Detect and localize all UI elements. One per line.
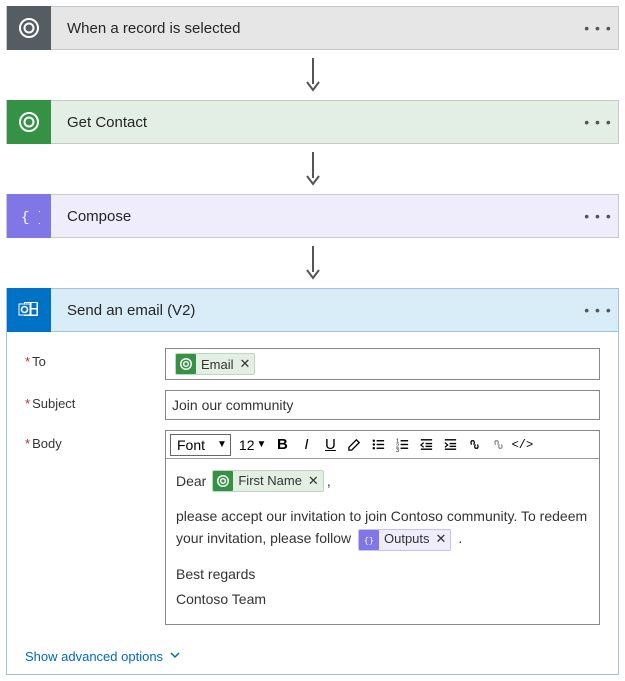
body-label: *Body (25, 430, 165, 451)
ellipsis-icon[interactable]: • • • (578, 302, 618, 318)
bulleted-list-button[interactable] (366, 433, 390, 457)
remove-token-icon[interactable]: ✕ (436, 529, 447, 550)
body-row: *Body Font▼ 12▼ B I U (25, 430, 600, 625)
subject-input[interactable]: Join our community (165, 390, 600, 420)
svg-text:3: 3 (396, 448, 399, 452)
compose-step[interactable]: { } Compose • • • (6, 194, 619, 238)
outdent-button[interactable] (414, 433, 438, 457)
body-content[interactable]: Dear First Name ✕ , (166, 459, 599, 624)
code-view-button[interactable]: </> (510, 433, 534, 457)
outlook-icon (7, 288, 51, 332)
indent-button[interactable] (438, 433, 462, 457)
bold-button[interactable]: B (270, 433, 294, 457)
italic-button[interactable]: I (294, 433, 318, 457)
compose-icon: { } (7, 194, 51, 238)
trigger-step[interactable]: When a record is selected • • • (6, 6, 619, 50)
token-email[interactable]: Email ✕ (175, 353, 255, 375)
cds-icon (7, 100, 51, 144)
link-button[interactable] (462, 433, 486, 457)
connector-arrow (6, 50, 619, 100)
underline-button[interactable]: U (318, 433, 342, 457)
unlink-button (486, 433, 510, 457)
svg-text:{}: {} (364, 536, 374, 546)
connector-arrow (6, 238, 619, 288)
to-row: *To Email ✕ (25, 348, 600, 380)
get-contact-step[interactable]: Get Contact • • • (6, 100, 619, 144)
send-email-card: Send an email (V2) • • • *To Email ✕ (6, 288, 619, 675)
get-contact-title: Get Contact (51, 114, 578, 131)
connector-arrow (6, 144, 619, 194)
subject-label: *Subject (25, 390, 165, 411)
cds-icon (7, 6, 51, 50)
size-select[interactable]: 12▼ (235, 434, 268, 456)
edit-icon[interactable] (342, 433, 366, 457)
trigger-title: When a record is selected (51, 20, 578, 37)
cds-icon (176, 354, 196, 374)
compose-icon: {} (359, 530, 379, 550)
to-input[interactable]: Email ✕ (165, 348, 600, 380)
send-email-header[interactable]: Send an email (V2) • • • (6, 288, 619, 332)
cds-icon (213, 471, 233, 491)
font-select[interactable]: Font▼ (170, 434, 231, 456)
show-advanced-options-link[interactable]: Show advanced options (25, 649, 181, 664)
compose-title: Compose (51, 208, 578, 225)
rte-toolbar: Font▼ 12▼ B I U (166, 431, 599, 459)
subject-row: *Subject Join our community (25, 390, 600, 420)
to-label: *To (25, 348, 165, 369)
svg-text:{ }: { } (21, 210, 40, 226)
remove-token-icon[interactable]: ✕ (240, 356, 251, 372)
body-editor: Font▼ 12▼ B I U (165, 430, 600, 625)
token-outputs[interactable]: {} Outputs ✕ (358, 529, 451, 551)
chevron-down-icon (169, 649, 181, 664)
ellipsis-icon[interactable]: • • • (578, 114, 618, 130)
ellipsis-icon[interactable]: • • • (578, 208, 618, 224)
send-email-title: Send an email (V2) (51, 302, 578, 319)
ellipsis-icon[interactable]: • • • (578, 20, 618, 36)
numbered-list-button[interactable]: 123 (390, 433, 414, 457)
remove-token-icon[interactable]: ✕ (308, 471, 319, 491)
token-first-name[interactable]: First Name ✕ (212, 470, 323, 492)
